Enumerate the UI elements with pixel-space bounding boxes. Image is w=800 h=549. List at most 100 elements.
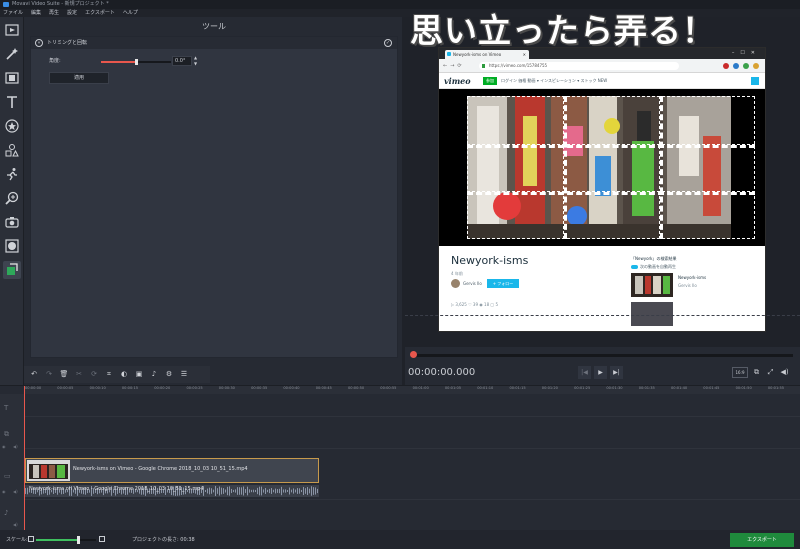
track-speaker-icon[interactable]: ◀) bbox=[13, 522, 18, 527]
cut-icon[interactable]: ✂ bbox=[72, 368, 86, 381]
menu-settings[interactable]: 設定 bbox=[67, 9, 77, 17]
filmstrip-icon[interactable] bbox=[3, 69, 21, 87]
waveform-bar bbox=[211, 488, 212, 494]
angle-slider-handle[interactable] bbox=[135, 59, 138, 65]
timeline-toolbar: ↶ ↷ 🗑 ✂ ⟳ ⌗ ◐ ▣ ♪ ⚙ ☰ bbox=[24, 366, 210, 383]
related-video-title[interactable]: Newyork-isms bbox=[678, 275, 706, 280]
browser-nav-icon[interactable]: ←→⟳ bbox=[443, 59, 465, 73]
waveform-bar bbox=[303, 486, 304, 496]
autoplay-toggle[interactable]: 次の動画を自動再生 bbox=[631, 264, 676, 270]
aspect-ratio-button[interactable]: 16:9 bbox=[732, 367, 748, 378]
crop-frame[interactable] bbox=[467, 96, 755, 239]
waveform-bar bbox=[285, 489, 286, 493]
crop-rotate-icon[interactable] bbox=[3, 261, 21, 279]
extension-icon[interactable] bbox=[723, 63, 729, 69]
playback-scrubber[interactable] bbox=[410, 351, 793, 358]
follow-button[interactable]: + フォロー bbox=[487, 279, 519, 288]
menu-file[interactable]: ファイル bbox=[3, 9, 23, 17]
upload-icon[interactable] bbox=[751, 77, 759, 85]
image-icon[interactable]: ▣ bbox=[132, 368, 146, 381]
time-ruler[interactable]: 00:00:00 00:00:05 00:00:10 00:00:15 00:00:20… bbox=[24, 386, 800, 394]
fullscreen-icon[interactable]: ⤢ bbox=[765, 367, 776, 378]
waveform-bar bbox=[219, 486, 220, 496]
track-eye-icon[interactable]: ◉ bbox=[2, 444, 6, 449]
menu-edit[interactable]: 編集 bbox=[31, 9, 41, 17]
camera-icon[interactable] bbox=[3, 213, 21, 231]
waveform-bar bbox=[223, 488, 224, 494]
undo-icon[interactable]: ↶ bbox=[27, 368, 41, 381]
track-eye-icon[interactable]: ◉ bbox=[2, 489, 6, 494]
waveform-bar bbox=[249, 489, 250, 493]
angle-slider[interactable] bbox=[101, 59, 171, 65]
zoom-icon[interactable] bbox=[3, 189, 21, 207]
video-clip[interactable]: Newyork-isms on Vimeo - Google Chrome 20… bbox=[25, 458, 319, 483]
popout-icon[interactable]: ⧉ bbox=[751, 367, 762, 378]
apply-button[interactable]: 適用 bbox=[49, 72, 109, 84]
track-speaker-icon[interactable]: ◀) bbox=[13, 444, 18, 449]
related-video-author: Gervis Ilo bbox=[678, 283, 697, 288]
window-controls-icon[interactable]: –☐✕ bbox=[732, 48, 761, 58]
redo-icon[interactable]: ↷ bbox=[42, 368, 56, 381]
media-icon[interactable] bbox=[3, 21, 21, 39]
menu-export[interactable]: エクスポート bbox=[85, 9, 115, 17]
extension-icon[interactable] bbox=[733, 63, 739, 69]
zoom-in-icon[interactable] bbox=[99, 536, 105, 542]
ruler-tick-label: 00:00:35 bbox=[251, 386, 268, 390]
motion-icon[interactable] bbox=[3, 165, 21, 183]
timeline-zoom-slider[interactable] bbox=[36, 536, 96, 544]
angle-spinner-icon[interactable]: ▲ ▼ bbox=[194, 55, 199, 67]
waveform-bar bbox=[255, 489, 256, 493]
delete-icon[interactable]: 🗑 bbox=[57, 368, 71, 381]
volume-icon[interactable]: ◀) bbox=[779, 367, 790, 378]
ruler-tick-label: 00:01:05 bbox=[444, 386, 462, 390]
zoom-slider-handle[interactable] bbox=[77, 536, 80, 544]
skip-back-icon[interactable]: |◀ bbox=[578, 366, 591, 379]
audio-clip[interactable]: Newyork-isms on Vimeo - Google Chrome 20… bbox=[25, 485, 319, 497]
rotate-icon[interactable]: ⟳ bbox=[87, 368, 101, 381]
title-text-icon[interactable] bbox=[3, 93, 21, 111]
waveform-bar bbox=[217, 488, 218, 494]
crop-icon[interactable]: ⌗ bbox=[102, 368, 116, 381]
toggle-icon[interactable] bbox=[631, 265, 638, 269]
angle-value-field[interactable]: 0.0° bbox=[172, 56, 192, 66]
browser-address-bar[interactable]: https://vimeo.com/15784755 bbox=[479, 62, 679, 70]
extension-icon[interactable] bbox=[743, 63, 749, 69]
play-icon[interactable]: ▶ bbox=[594, 366, 607, 379]
lock-icon bbox=[482, 64, 485, 68]
vignette-icon[interactable] bbox=[3, 237, 21, 255]
crop-grid-line bbox=[659, 96, 663, 239]
waveform-bar bbox=[257, 487, 258, 495]
vimeo-favicon-icon bbox=[447, 52, 451, 56]
timeline-playhead[interactable] bbox=[24, 386, 25, 531]
author-avatar[interactable] bbox=[451, 279, 460, 288]
microphone-icon[interactable]: ♪ bbox=[147, 368, 161, 381]
track-speaker-icon[interactable]: ◀) bbox=[13, 489, 18, 494]
menu-playback[interactable]: 再生 bbox=[49, 9, 59, 17]
waveform-bar bbox=[313, 487, 314, 495]
equalizer-icon[interactable]: ☰ bbox=[177, 368, 191, 381]
waveform-bar bbox=[291, 489, 292, 493]
skip-forward-icon[interactable]: ▶| bbox=[610, 366, 623, 379]
scrubber-handle[interactable] bbox=[410, 351, 417, 358]
export-button[interactable]: エクスポート bbox=[730, 533, 794, 547]
sticker-icon[interactable] bbox=[3, 117, 21, 135]
author-name[interactable]: Gervis Ilo bbox=[463, 281, 482, 286]
ruler-tick-label: 00:00:10 bbox=[89, 386, 106, 390]
settings-gear-icon[interactable]: ⚙ bbox=[162, 368, 176, 381]
profile-avatar[interactable] bbox=[753, 63, 759, 69]
timeline: 00:00:00 00:00:05 00:00:10 00:00:15 00:00:20… bbox=[0, 385, 800, 531]
vimeo-nav-links[interactable]: ログイン 価格 動画 ▾ インスピレーション ▾ ストック NEW bbox=[501, 73, 607, 89]
ruler-tick-label: 00:00:25 bbox=[186, 386, 203, 390]
color-adjust-icon[interactable]: ◐ bbox=[117, 368, 131, 381]
join-button[interactable]: 参加 bbox=[483, 77, 497, 85]
magic-wand-icon[interactable] bbox=[3, 45, 21, 63]
related-video-thumbnail[interactable] bbox=[631, 302, 673, 326]
waveform-bar bbox=[269, 488, 270, 494]
zoom-out-icon[interactable] bbox=[28, 536, 34, 542]
related-video-thumbnail[interactable] bbox=[631, 273, 673, 297]
menu-help[interactable]: ヘルプ bbox=[123, 9, 138, 17]
check-icon[interactable]: ✓ bbox=[384, 39, 392, 47]
back-arrow-icon[interactable]: « bbox=[35, 39, 43, 47]
shapes-icon[interactable] bbox=[3, 141, 21, 159]
waveform-bar bbox=[251, 489, 252, 493]
